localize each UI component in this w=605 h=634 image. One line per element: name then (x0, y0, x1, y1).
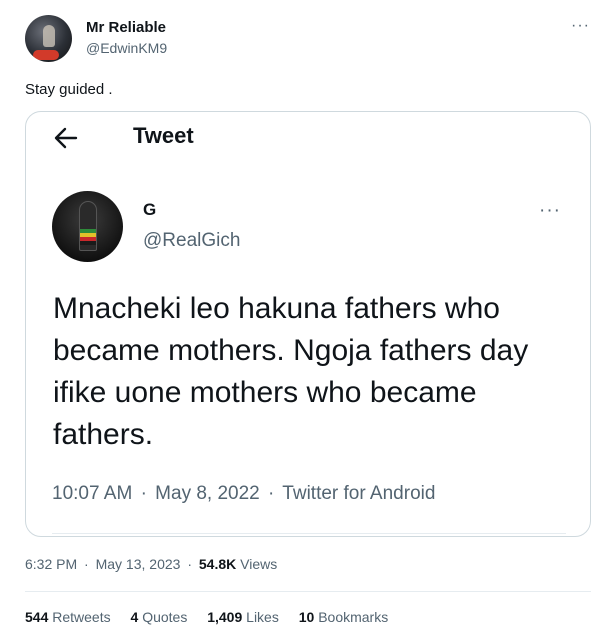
separator-dot: · (187, 556, 192, 572)
retweets-count: 544 (25, 609, 49, 625)
views-count: 54.8K (198, 556, 237, 572)
more-options-icon[interactable]: ··· (571, 17, 590, 35)
quotes-label: Quotes (142, 609, 188, 625)
screenshot-time: 10:07 AM (52, 483, 133, 504)
tweet-text: Stay guided . (25, 81, 113, 98)
tweet-meta: 6:32 PM · May 13, 2023 · 54.8K Views (25, 556, 277, 572)
bookmarks-count: 10 (298, 609, 315, 625)
avatar-red-shape (33, 50, 59, 60)
quotes-count: 4 (130, 609, 139, 625)
screenshot-avatar (52, 191, 123, 262)
likes-count: 1,409 (207, 609, 243, 625)
tweet-author-avatar[interactable] (25, 15, 72, 62)
separator-dot: · (140, 483, 147, 504)
screenshot-author-handle: @RealGich (143, 230, 241, 251)
stats-divider (25, 591, 591, 592)
likes-stat[interactable]: 1,409 Likes (207, 609, 283, 625)
screenshot-author-name: G (143, 200, 157, 219)
separator-dot: · (268, 483, 275, 504)
embedded-screenshot: Tweet G @RealGich ··· Mnacheki leo hakun… (25, 111, 591, 537)
engagement-stats: 544 Retweets 4 Quotes 1,409 Likes 10 Boo… (25, 609, 404, 625)
tweet-time[interactable]: 6:32 PM (25, 556, 77, 572)
screenshot-source: Twitter for Android (282, 483, 436, 504)
bookmarks-label: Bookmarks (318, 609, 389, 625)
retweets-stat[interactable]: 544 Retweets (25, 609, 115, 625)
screenshot-header-title: Tweet (133, 123, 194, 148)
retweets-label: Retweets (52, 609, 111, 625)
likes-label: Likes (246, 609, 279, 625)
screenshot-date: May 8, 2022 (155, 483, 260, 504)
screenshot-meta: 10:07 AM · May 8, 2022 · Twitter for And… (52, 483, 435, 505)
screenshot-more-icon: ··· (539, 200, 561, 221)
quotes-stat[interactable]: 4 Quotes (131, 609, 192, 625)
screenshot-divider (52, 533, 566, 534)
avatar-flag-stripes (80, 229, 96, 245)
arrow-left-icon (54, 127, 78, 149)
screenshot-tweet-body: Mnacheki leo hakuna fathers who became m… (53, 292, 529, 451)
tweet-author-name[interactable]: Mr Reliable (86, 19, 166, 36)
tweet-author-handle[interactable]: @EdwinKM9 (86, 40, 167, 56)
bookmarks-stat[interactable]: 10 Bookmarks (299, 609, 389, 625)
views-label: Views (240, 556, 278, 572)
tweet-date[interactable]: May 13, 2023 (96, 556, 181, 572)
avatar-figure (43, 25, 55, 47)
separator-dot: · (84, 556, 89, 572)
